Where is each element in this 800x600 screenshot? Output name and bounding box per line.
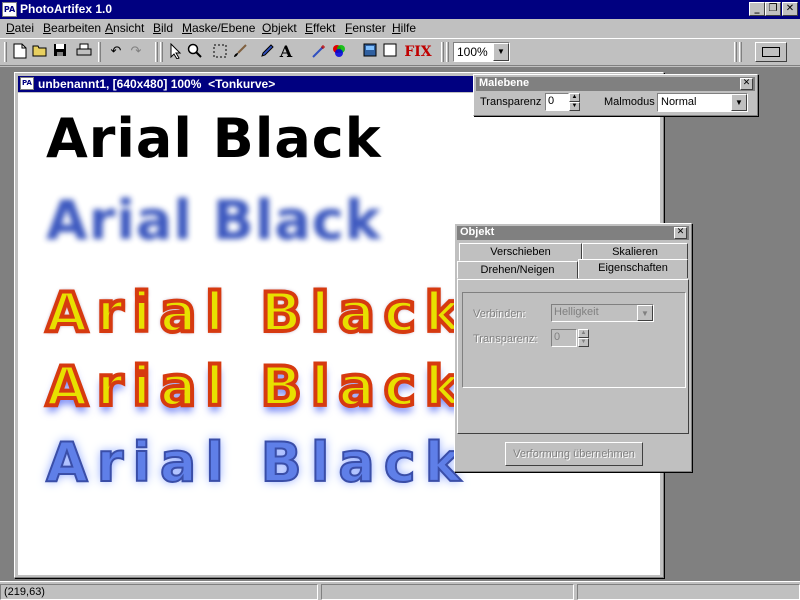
spin-up-icon[interactable]: ▲ xyxy=(569,93,580,102)
app-title-bar[interactable]: PA PhotoArtifex 1.0 _ ❐ ✕ xyxy=(0,0,800,19)
toolbar-grip-2[interactable] xyxy=(155,42,158,62)
artwork-text-plain: Arial Black xyxy=(46,107,382,170)
zoom-select[interactable]: 100% ▼ xyxy=(453,42,510,62)
spin-down-icon[interactable]: ▼ xyxy=(569,102,580,111)
paint-mode-value: Normal xyxy=(661,96,697,108)
malebene-palette[interactable]: Malebene ✕ Transparenz 0 ▲ ▼ Malmodus No… xyxy=(473,74,758,116)
spin-down-icon: ▼ xyxy=(578,338,589,347)
menu-hilfe[interactable]: Hilfe xyxy=(392,21,416,35)
redo-icon[interactable]: ↷ xyxy=(127,43,145,61)
toolbar-grip-4[interactable] xyxy=(446,42,449,62)
window-layout-button[interactable] xyxy=(755,42,787,62)
document-icon[interactable]: PA xyxy=(20,77,34,90)
restore-button[interactable]: ❐ xyxy=(765,2,781,16)
objekt-transparency-spinner: ▲ ▼ xyxy=(578,329,589,347)
objekt-title-bar[interactable]: Objekt ✕ xyxy=(457,226,689,240)
objekt-transparency-input: 0 xyxy=(551,329,577,347)
print-icon[interactable] xyxy=(75,43,93,61)
open-folder-icon[interactable] xyxy=(31,43,49,61)
paint-mode-label: Malmodus xyxy=(604,96,655,108)
color-wheel-icon[interactable] xyxy=(330,43,348,61)
objekt-title: Objekt xyxy=(460,226,495,238)
marquee-select-icon[interactable] xyxy=(211,43,229,61)
tab-eigenschaften[interactable]: Eigenschaften xyxy=(578,259,688,278)
tab-verschieben[interactable]: Verschieben xyxy=(459,243,582,261)
brush-icon[interactable] xyxy=(231,43,249,61)
toolbar: ↶ ↷ A FIX 100% ▼ xyxy=(0,38,800,66)
menu-bar: Datei Bearbeiten Ansicht Bild Maske/Eben… xyxy=(0,19,800,38)
select-arrow-icon[interactable] xyxy=(167,42,185,61)
apply-transform-button[interactable]: Verformung übernehmen xyxy=(505,442,643,466)
layer-icon[interactable] xyxy=(361,43,379,61)
toolbar-grip-5[interactable] xyxy=(734,42,737,62)
blank-layer-icon[interactable] xyxy=(381,43,399,61)
chevron-down-icon: ▼ xyxy=(637,305,653,321)
spin-up-icon: ▲ xyxy=(578,329,589,338)
menu-bild[interactable]: Bild xyxy=(153,21,173,35)
status-bar: (219,63) xyxy=(0,581,800,600)
menu-bearbeiten[interactable]: Bearbeiten xyxy=(43,21,101,35)
paint-mode-select[interactable]: Normal ▼ xyxy=(657,93,748,112)
app-icon[interactable]: PA xyxy=(2,2,17,17)
zoom-value: 100% xyxy=(457,45,488,59)
malebene-title-bar[interactable]: Malebene ✕ xyxy=(476,77,755,91)
eyedropper-icon[interactable] xyxy=(258,43,276,61)
close-icon[interactable]: ✕ xyxy=(674,227,687,239)
toolbar-separator-2 xyxy=(441,42,444,62)
toolbar-grip-3[interactable] xyxy=(160,42,163,62)
transparency-spinner[interactable]: ▲ ▼ xyxy=(569,93,580,111)
undo-icon[interactable]: ↶ xyxy=(107,43,125,61)
artwork-text-distorted: Arial Black xyxy=(44,279,470,346)
chevron-down-icon[interactable]: ▼ xyxy=(493,43,509,61)
objekt-transparency-label: Transparenz: xyxy=(473,333,538,345)
menu-maske-ebene[interactable]: Maske/Ebene xyxy=(182,21,255,35)
app-title: PhotoArtifex 1.0 xyxy=(20,2,113,16)
fix-button[interactable]: FIX xyxy=(403,43,433,61)
menu-datei[interactable]: Datei xyxy=(6,21,34,35)
artwork-text-distorted-glow: Arial Black xyxy=(44,353,470,420)
menu-ansicht[interactable]: Ansicht xyxy=(105,21,144,35)
transparency-label: Transparenz xyxy=(480,96,542,108)
save-disk-icon[interactable] xyxy=(51,43,69,61)
artwork-text-blue-glow: Arial Black xyxy=(45,430,470,495)
menu-effekt[interactable]: Effekt xyxy=(305,21,335,35)
objekt-palette[interactable]: Objekt ✕ Verschieben Skalieren Drehen/Ne… xyxy=(454,223,692,472)
menu-objekt[interactable]: Objekt xyxy=(262,21,297,35)
minimize-button[interactable]: _ xyxy=(749,2,765,16)
toolbar-separator xyxy=(98,42,101,62)
zoom-tool-icon[interactable] xyxy=(186,43,204,61)
malebene-title: Malebene xyxy=(479,77,530,89)
close-button[interactable]: ✕ xyxy=(782,2,798,16)
close-icon[interactable]: ✕ xyxy=(740,78,753,90)
artwork-text-blurred: Arial Black xyxy=(46,189,382,252)
chevron-down-icon[interactable]: ▼ xyxy=(731,94,747,111)
combine-value: Helligkeit xyxy=(554,306,599,318)
wand-icon[interactable] xyxy=(310,43,328,61)
combine-label: Verbinden: xyxy=(473,308,526,320)
status-panel-3 xyxy=(577,584,800,600)
text-tool-icon[interactable]: A xyxy=(277,43,295,61)
transparency-input[interactable]: 0 xyxy=(545,93,569,111)
document-title: unbenannt1, [640x480] 100% <Tonkurve> xyxy=(38,77,276,91)
toolbar-grip[interactable] xyxy=(4,42,7,62)
tab-drehen-neigen[interactable]: Drehen/Neigen xyxy=(457,261,578,279)
toolbar-grip-6[interactable] xyxy=(739,42,742,62)
status-panel-2 xyxy=(321,584,574,600)
status-coordinates: (219,63) xyxy=(0,584,318,600)
properties-group: Verbinden: Helligkeit ▼ Transparenz: 0 ▲… xyxy=(462,292,686,388)
combine-select: Helligkeit ▼ xyxy=(551,304,654,322)
window-layout-icon xyxy=(762,47,780,57)
menu-fenster[interactable]: Fenster xyxy=(345,21,386,35)
new-file-icon[interactable] xyxy=(11,43,29,61)
